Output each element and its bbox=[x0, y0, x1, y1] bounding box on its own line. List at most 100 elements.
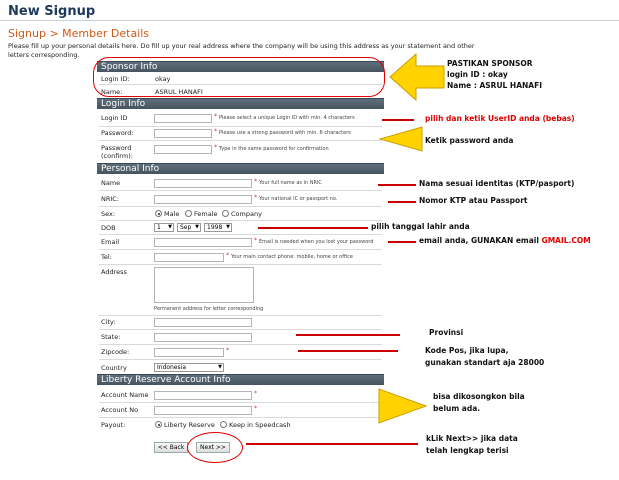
annotation-sponsor-line1: PASTIKAN SPONSOR bbox=[447, 59, 533, 68]
tel-hint: Your main contact phone: mobile, home or… bbox=[231, 254, 353, 260]
annotation-zip-line1: Kode Pos, jika lupa, bbox=[425, 346, 509, 355]
chevron-down-icon: ▼ bbox=[168, 224, 172, 230]
breadcrumb: Signup > Member Details bbox=[8, 27, 150, 40]
nric-input[interactable] bbox=[154, 195, 252, 204]
account-name-input[interactable] bbox=[154, 391, 252, 400]
dob-label: DOB bbox=[101, 224, 116, 232]
confirm-hint: Type in the same password for confirmati… bbox=[219, 146, 329, 152]
annotation-password: Ketik password anda bbox=[425, 136, 514, 145]
confirm-label-line2: (confirm): bbox=[101, 152, 133, 160]
annotation-email: email anda, GUNAKAN email GMAIL.COM bbox=[419, 236, 591, 246]
chevron-down-icon: ▼ bbox=[226, 224, 230, 230]
dob-year-select[interactable]: 1998 ▼ bbox=[204, 223, 232, 232]
password-hint: Please use a strong password with min. 6… bbox=[219, 130, 351, 136]
state-pointer-line bbox=[296, 334, 400, 336]
password-label: Password: bbox=[101, 129, 134, 137]
payout-speedcash-radio[interactable] bbox=[220, 421, 227, 428]
divider bbox=[99, 329, 382, 330]
confirm-password-input[interactable] bbox=[154, 145, 212, 154]
email-input[interactable] bbox=[154, 238, 252, 247]
account-no-label: Account No bbox=[101, 406, 139, 414]
login-info-heading: Login Info bbox=[97, 98, 384, 109]
divider bbox=[99, 344, 382, 345]
country-value: Indonesia bbox=[157, 364, 187, 371]
login-id-label: Login ID bbox=[101, 114, 128, 122]
email-label: Email bbox=[101, 238, 120, 246]
chevron-down-icon: ▼ bbox=[218, 364, 222, 370]
sponsor-highlight-ellipse bbox=[93, 57, 385, 97]
email-pointer-line bbox=[388, 241, 416, 243]
annotation-userid: pilih dan ketik UserID anda (bebas) bbox=[425, 114, 575, 123]
confirm-label-line1: Password bbox=[101, 144, 132, 152]
login-id-hint: Please select a unique Login ID with min… bbox=[219, 115, 355, 121]
liberty-arrow-icon bbox=[378, 388, 428, 424]
divider bbox=[99, 206, 382, 207]
password-arrow-icon bbox=[378, 126, 423, 152]
name-input[interactable] bbox=[154, 179, 252, 188]
sex-company-radio[interactable] bbox=[222, 210, 229, 217]
divider bbox=[99, 402, 382, 403]
annotation-name: Nama sesuai identitas (KTP/pasport) bbox=[419, 179, 575, 188]
required-star: * bbox=[254, 237, 257, 244]
login-id-input[interactable] bbox=[154, 114, 212, 123]
password-input[interactable] bbox=[154, 129, 212, 138]
country-label: Country bbox=[101, 364, 127, 372]
dob-day-value: 1 bbox=[157, 224, 161, 231]
zipcode-label: Zipcode: bbox=[101, 348, 130, 356]
sex-female-label: Female bbox=[194, 210, 218, 218]
annotation-dob: pilih tanggal lahir anda bbox=[371, 222, 470, 231]
name-label: Name bbox=[101, 179, 121, 187]
userid-pointer-line bbox=[382, 119, 414, 121]
annotation-email-brand: GMAIL.COM bbox=[541, 236, 591, 245]
annotation-zip-line2: gunakan standart aja 28000 bbox=[425, 358, 545, 367]
dob-year-value: 1998 bbox=[207, 224, 223, 231]
divider bbox=[99, 315, 382, 316]
sex-label: Sex: bbox=[101, 210, 116, 218]
dob-month-select[interactable]: Sep ▼ bbox=[177, 223, 201, 232]
payout-label: Payout: bbox=[101, 421, 126, 429]
next-pointer-line bbox=[246, 443, 418, 445]
next-highlight-ellipse bbox=[187, 432, 243, 463]
divider bbox=[99, 126, 382, 127]
address-label: Address bbox=[101, 268, 127, 276]
required-star: * bbox=[254, 405, 257, 412]
chevron-down-icon: ▼ bbox=[195, 224, 199, 230]
required-star: * bbox=[254, 390, 257, 397]
nric-label: NRIC: bbox=[101, 195, 120, 203]
dob-day-select[interactable]: 1 ▼ bbox=[154, 223, 174, 232]
tel-input[interactable] bbox=[154, 253, 224, 262]
liberty-info-heading: Liberty Reserve Account Info bbox=[97, 374, 384, 385]
nric-hint: Your national IC or passport no. bbox=[259, 196, 338, 202]
account-no-input[interactable] bbox=[154, 406, 252, 415]
state-input[interactable] bbox=[154, 333, 252, 342]
annotation-next-line2: telah lengkap terisi bbox=[426, 446, 509, 455]
divider bbox=[99, 417, 382, 418]
sex-male-label: Male bbox=[164, 210, 180, 218]
city-input[interactable] bbox=[154, 318, 252, 327]
zipcode-input[interactable] bbox=[154, 348, 224, 357]
annotation-nric: Nomor KTP atau Passport bbox=[419, 196, 528, 205]
payout-speedcash-label: Keep in Speedcash bbox=[229, 421, 291, 429]
account-name-label: Account Name bbox=[101, 391, 149, 399]
country-select[interactable]: Indonesia ▼ bbox=[154, 363, 224, 372]
sex-female-radio[interactable] bbox=[185, 210, 192, 217]
state-label: State: bbox=[101, 333, 121, 341]
divider bbox=[99, 264, 382, 265]
dob-month-value: Sep bbox=[180, 224, 192, 231]
address-hint: Permanent address for letter correspondi… bbox=[154, 306, 264, 312]
name-hint: Your full name as in NRIC bbox=[259, 180, 322, 186]
divider bbox=[99, 190, 382, 191]
sex-male-radio[interactable] bbox=[155, 210, 162, 217]
divider bbox=[99, 140, 382, 141]
address-textarea[interactable] bbox=[154, 267, 254, 303]
required-star: * bbox=[254, 194, 257, 201]
annotation-next-line1: kLik Next>> jika data bbox=[426, 434, 518, 443]
payout-liberty-radio[interactable] bbox=[155, 421, 162, 428]
name-pointer-line bbox=[378, 184, 416, 186]
back-button[interactable]: << Back bbox=[154, 442, 188, 453]
payout-liberty-label: Liberty Reserve bbox=[164, 421, 215, 429]
nric-pointer-line bbox=[388, 201, 416, 203]
annotation-sponsor-line2: login ID : okay bbox=[447, 70, 508, 79]
email-hint: Email is needed when you lost your passw… bbox=[259, 239, 374, 245]
personal-info-heading: Personal Info bbox=[97, 163, 384, 174]
